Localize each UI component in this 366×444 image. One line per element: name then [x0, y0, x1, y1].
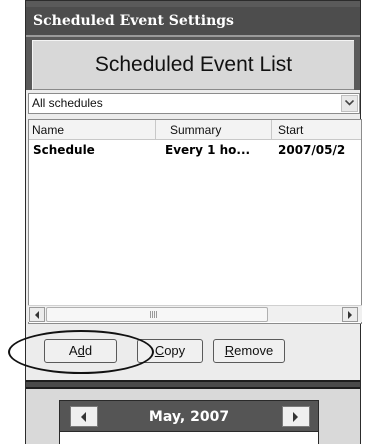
grip-icon: [150, 311, 164, 318]
panel-header: Scheduled Event List: [32, 40, 354, 90]
scroll-left-button[interactable]: [29, 307, 45, 322]
row-start: 2007/05/2: [278, 143, 346, 157]
row-summary: Every 1 ho...: [165, 143, 251, 157]
column-header-name[interactable]: Name: [29, 120, 156, 140]
schedule-list[interactable]: Name Summary Start Schedule Every 1 ho..…: [28, 119, 362, 324]
schedule-filter-select[interactable]: All schedules: [28, 93, 360, 114]
copy-label-key: C: [154, 343, 165, 358]
section-divider: [26, 380, 360, 389]
add-label-pre: A: [68, 343, 78, 358]
arrow-left-icon: [81, 412, 86, 422]
copy-label-post: opy: [164, 343, 186, 358]
panel-title: Scheduled Event List: [94, 53, 293, 76]
copy-button[interactable]: Copy: [137, 339, 203, 363]
add-button[interactable]: Add: [44, 339, 117, 363]
remove-label-post: emove: [234, 343, 274, 358]
scrollbar-thumb[interactable]: [46, 307, 268, 322]
list-header: Name Summary Start: [29, 120, 361, 140]
screenshot-frame: Scheduled Event Settings Scheduled Event…: [0, 0, 366, 444]
row-name: Schedule: [33, 143, 95, 157]
column-header-summary[interactable]: Summary: [156, 120, 272, 140]
add-label-post: d: [84, 343, 93, 358]
add-label-key: d: [77, 343, 85, 358]
calendar-month-label: May, 2007: [148, 409, 230, 425]
title-separator: [26, 35, 360, 37]
chevron-down-icon[interactable]: [341, 95, 358, 112]
scroll-right-button[interactable]: [342, 307, 358, 322]
remove-button[interactable]: Remove: [213, 339, 285, 363]
arrow-right-icon: [293, 412, 298, 422]
next-month-button[interactable]: [282, 406, 310, 427]
calendar-grid: [59, 432, 319, 444]
column-header-start[interactable]: Start: [272, 120, 361, 140]
table-row[interactable]: Schedule Every 1 ho... 2007/05/2: [29, 141, 361, 159]
arrow-left-icon: [35, 311, 39, 319]
horizontal-scrollbar[interactable]: [28, 305, 362, 322]
prev-month-button[interactable]: [70, 406, 98, 427]
schedule-filter-value: All schedules: [32, 96, 103, 110]
remove-label-key: R: [224, 343, 235, 358]
window-title: Scheduled Event Settings: [26, 7, 360, 35]
calendar-header: May, 2007: [59, 400, 319, 432]
arrow-right-icon: [348, 311, 352, 319]
